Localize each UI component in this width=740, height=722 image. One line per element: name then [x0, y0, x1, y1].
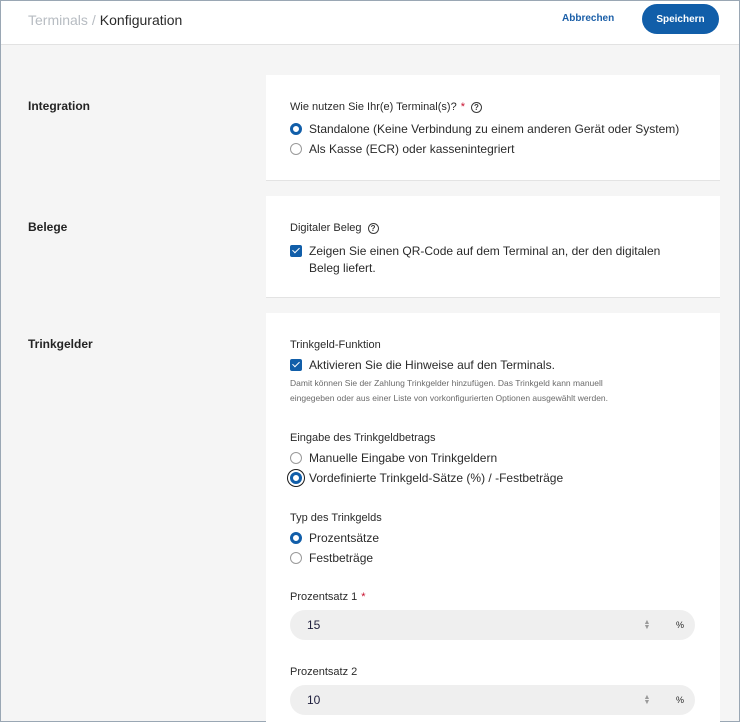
trinkgelder-card: Trinkgeld-Funktion Aktivieren Sie die Hi…: [266, 313, 720, 722]
tip-type-option-fixed[interactable]: Festbeträge: [290, 551, 373, 565]
integration-card: Wie nutzen Sie Ihr(e) Terminal(s)? *? Sta…: [266, 75, 720, 181]
tip-entry-option-label: Vordefinierte Trinkgeld-Sätze (%) / -Fes…: [309, 471, 564, 485]
section-title-integration: Integration: [28, 99, 90, 113]
tip-entry-option-label: Manuelle Eingabe von Trinkgeldern: [309, 451, 498, 465]
integration-option-standalone[interactable]: Standalone (Keine Verbindung zu einem an…: [290, 122, 679, 136]
tip-function-checkbox-label: Aktivieren Sie die Hinweise auf den Term…: [309, 358, 555, 372]
question-circle-icon[interactable]: ?: [367, 223, 379, 234]
tip-hint-line1: Damit können Sie der Zahlung Trinkgelder…: [290, 378, 603, 388]
integration-option-label: Standalone (Keine Verbindung zu einem an…: [309, 122, 680, 136]
radio-unselected-icon[interactable]: [290, 452, 302, 464]
integration-question-label: Wie nutzen Sie Ihr(e) Terminal(s)? *?: [290, 101, 482, 113]
tip-entry-option-predefined[interactable]: Vordefinierte Trinkgeld-Sätze (%) / -Fes…: [290, 471, 563, 485]
radio-selected-icon[interactable]: [290, 472, 302, 484]
section-title-belege: Belege: [28, 220, 68, 234]
digital-receipt-label: Digitaler Beleg?: [290, 222, 379, 234]
cancel-button[interactable]: Abbrechen: [562, 13, 614, 24]
qr-code-label-line2: Beleg liefert.: [309, 261, 376, 275]
tip-function-label: Trinkgeld-Funktion: [290, 339, 381, 351]
rate1-label-text: Prozentsatz 1: [290, 591, 358, 603]
integration-question-text: Wie nutzen Sie Ihr(e) Terminal(s)?: [290, 101, 457, 113]
question-circle-icon[interactable]: ?: [470, 102, 482, 113]
tip-type-option-label: Festbeträge: [309, 551, 374, 565]
tip-entry-option-manual[interactable]: Manuelle Eingabe von Trinkgeldern: [290, 451, 497, 465]
tip-function-checkbox-row[interactable]: Aktivieren Sie die Hinweise auf den Term…: [290, 358, 555, 372]
rate1-input[interactable]: 15 ▲ ▼ %: [290, 610, 695, 640]
tip-hint-line2: eingegeben oder aus einer Liste von vork…: [290, 393, 609, 403]
stepper-down-icon[interactable]: ▼: [644, 624, 651, 631]
rate2-label: Prozentsatz 2: [290, 666, 358, 678]
checkbox-checked-icon[interactable]: [290, 359, 302, 371]
top-bar: Terminals / Konfiguration Abbrechen Speich…: [1, 1, 739, 45]
breadcrumb-terminals-link[interactable]: Terminals: [28, 12, 88, 28]
save-button[interactable]: Speichern: [642, 4, 719, 34]
digital-receipt-label-text: Digitaler Beleg: [290, 222, 362, 234]
qr-code-checkbox-label: Zeigen Sie einen QR-Code auf dem Termina…: [309, 243, 660, 277]
percent-unit: %: [675, 620, 684, 630]
tip-entry-label: Eingabe des Trinkgeldbetrags: [290, 432, 436, 444]
qr-code-checkbox-row[interactable]: Zeigen Sie einen QR-Code auf dem Termina…: [290, 243, 660, 277]
rate1-label: Prozentsatz 1 *: [290, 591, 366, 603]
integration-option-label: Als Kasse (ECR) oder kassenintegriert: [309, 142, 515, 156]
tip-type-option-percent[interactable]: Prozentsätze: [290, 531, 379, 545]
stepper-down-icon[interactable]: ▼: [644, 699, 651, 706]
radio-unselected-icon[interactable]: [290, 143, 302, 155]
qr-code-label-line1: Zeigen Sie einen QR-Code auf dem Termina…: [309, 244, 661, 258]
rate2-input[interactable]: 10 ▲ ▼ %: [290, 685, 695, 715]
breadcrumb: Terminals / Konfiguration: [28, 12, 182, 28]
rate1-value[interactable]: 15: [307, 618, 642, 632]
tip-type-label: Typ des Trinkgelds: [290, 512, 382, 524]
percent-unit: %: [675, 695, 684, 705]
radio-selected-icon[interactable]: [290, 532, 302, 544]
rate2-value[interactable]: 10: [307, 693, 642, 707]
number-stepper-icon[interactable]: ▲ ▼: [642, 694, 652, 706]
required-mark: *: [460, 101, 465, 113]
tip-type-option-label: Prozentsätze: [309, 531, 380, 545]
breadcrumb-separator: /: [91, 12, 96, 28]
section-title-trinkgelder: Trinkgelder: [28, 337, 93, 351]
number-stepper-icon[interactable]: ▲ ▼: [642, 619, 652, 631]
checkbox-checked-icon[interactable]: [290, 245, 302, 257]
tip-function-hint: Damit können Sie der Zahlung Trinkgelder…: [290, 376, 690, 406]
radio-selected-icon[interactable]: [290, 123, 302, 135]
radio-unselected-icon[interactable]: [290, 552, 302, 564]
belege-card: Digitaler Beleg? Zeigen Sie einen QR-Cod…: [266, 196, 720, 298]
integration-option-ecr[interactable]: Als Kasse (ECR) oder kassenintegriert: [290, 142, 514, 156]
required-mark: *: [361, 591, 366, 603]
page-title: Konfiguration: [99, 12, 183, 28]
